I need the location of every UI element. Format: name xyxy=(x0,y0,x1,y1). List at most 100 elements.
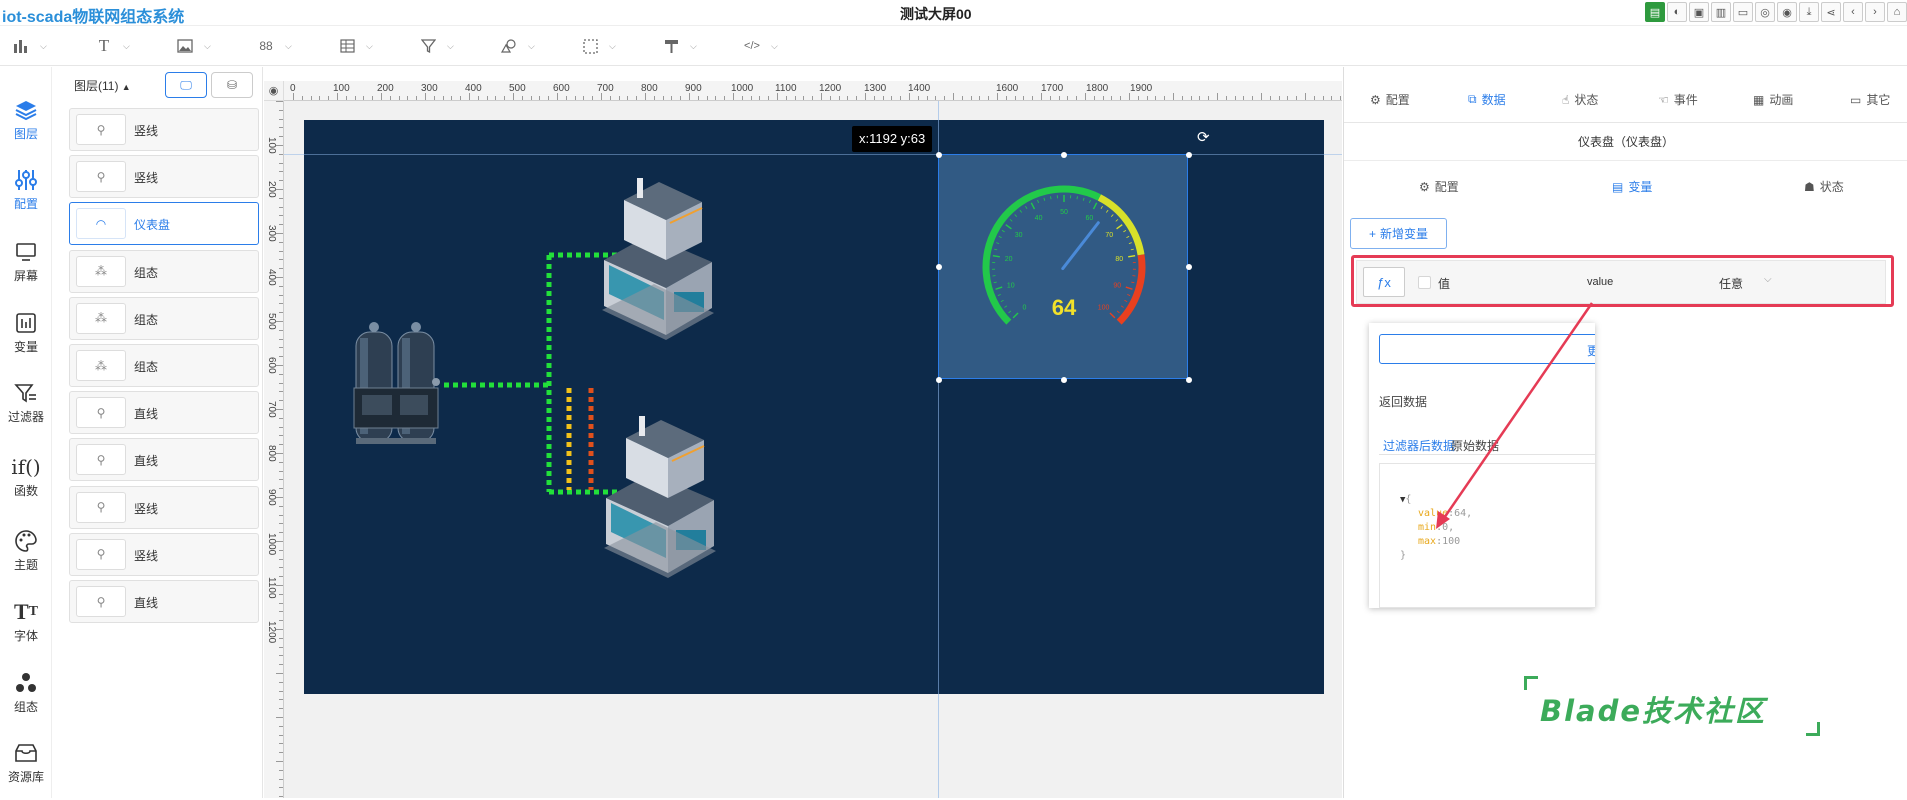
ruler-tick xyxy=(680,96,681,100)
chart-tool[interactable]: ⌵ xyxy=(12,35,47,57)
layer-row[interactable]: ⚲竖线 xyxy=(69,155,259,198)
ruler-tick xyxy=(279,515,283,516)
ruler-tick xyxy=(1076,96,1077,100)
image-tool[interactable]: ⌵ xyxy=(176,35,211,57)
ruler-tick xyxy=(1208,96,1209,100)
layer-row[interactable]: ⁂组态 xyxy=(69,297,259,340)
select-tool[interactable]: ⌵ xyxy=(581,35,616,57)
resize-handle[interactable] xyxy=(1061,152,1067,158)
resize-handle[interactable] xyxy=(1186,264,1192,270)
nav-scada[interactable]: 组态 xyxy=(0,670,52,730)
nav-font[interactable]: TT 字体 xyxy=(0,599,52,659)
ruler-tick xyxy=(279,770,283,771)
gauge-widget[interactable]: 0102030405060708090100 64 xyxy=(938,154,1188,379)
resize-handle[interactable] xyxy=(936,377,942,383)
nav-variable[interactable]: 变量 xyxy=(0,310,52,370)
shape-tool[interactable]: ⌵ xyxy=(500,35,535,57)
component-tool[interactable]: 88⌵ xyxy=(257,35,292,57)
view-database-toggle[interactable]: ⛁ xyxy=(211,72,253,98)
layer-row[interactable]: ⁂组态 xyxy=(69,344,259,387)
workspace[interactable]: 0102030405060708090100 64 x:1192 y:63 ⟳ xyxy=(284,101,1342,798)
ruler-top[interactable]: 0100200300400500600700800900100011001200… xyxy=(284,81,1342,101)
gauge-tick xyxy=(1101,206,1103,209)
eye-icon[interactable]: ◉ xyxy=(1777,2,1797,22)
layer-row[interactable]: ◠仪表盘 xyxy=(69,202,259,245)
resize-handle[interactable] xyxy=(1186,152,1192,158)
table-tool[interactable]: ⌵ xyxy=(338,35,373,57)
ruler-tick xyxy=(279,418,283,419)
layers-count: 图层(11) xyxy=(74,79,118,93)
save-icon[interactable]: ▣ xyxy=(1689,2,1709,22)
resize-handle[interactable] xyxy=(1186,377,1192,383)
text-tool[interactable]: T⌵ xyxy=(95,35,130,57)
home-icon[interactable]: ⌂ xyxy=(1887,2,1907,22)
resize-handle[interactable] xyxy=(936,152,942,158)
resize-handle[interactable] xyxy=(936,264,942,270)
download-icon[interactable]: ⤓ xyxy=(1799,2,1819,22)
layer-row[interactable]: ⚲直线 xyxy=(69,391,259,434)
layer-row[interactable]: ⚲竖线 xyxy=(69,533,259,576)
camera-icon[interactable]: ◎ xyxy=(1755,2,1775,22)
gauge-tick xyxy=(996,243,999,244)
eye-icon[interactable]: ◉ xyxy=(264,81,284,101)
format-tool[interactable]: ⌵ xyxy=(662,35,697,57)
ruler-tick xyxy=(1252,96,1253,100)
nav-function-label: 函数 xyxy=(14,482,38,499)
gauge-tick xyxy=(1083,198,1084,201)
nav-theme[interactable]: 主题 xyxy=(0,528,52,588)
ruler-tick xyxy=(363,96,364,100)
filter-tool[interactable]: ⌵ xyxy=(419,35,454,57)
forward-icon[interactable]: › xyxy=(1865,2,1885,22)
gauge-tick xyxy=(1123,230,1126,232)
nav-layers[interactable]: 图层 xyxy=(0,97,52,157)
nav-filter[interactable]: 过滤器 xyxy=(0,380,52,440)
ruler-tick xyxy=(279,391,283,392)
view-screen-toggle[interactable]: 🖵 xyxy=(165,72,207,98)
trash-icon[interactable]: ▥ xyxy=(1711,2,1731,22)
ruler-tick xyxy=(1243,96,1244,100)
gauge-tick xyxy=(999,236,1002,237)
ruler-tick xyxy=(328,96,329,100)
shape-icon: ⚲ xyxy=(76,397,126,428)
nav-config-label: 配置 xyxy=(14,195,38,212)
gauge-tick xyxy=(994,282,997,283)
ruler-tick xyxy=(1279,96,1280,100)
gauge-tick xyxy=(1127,294,1130,295)
nav-theme-label: 主题 xyxy=(14,556,38,573)
format-tool-icon xyxy=(662,37,680,55)
ruler-tick xyxy=(293,93,294,100)
ruler-tick xyxy=(279,347,283,348)
code-tool[interactable]: </>⌵ xyxy=(743,35,778,57)
back-icon[interactable]: ‹ xyxy=(1843,2,1863,22)
layers-title[interactable]: 图层(11) ▲ xyxy=(74,77,131,94)
layer-row[interactable]: ⚲竖线 xyxy=(69,486,259,529)
nav-screen[interactable]: 屏幕 xyxy=(0,239,52,299)
nav-library[interactable]: 资源库 xyxy=(0,740,52,800)
ruler-tick xyxy=(865,93,866,100)
share-icon[interactable]: ⋖ xyxy=(1821,2,1841,22)
chevron-down-icon: ⌵ xyxy=(690,41,697,52)
document-title: 测试大屏00 xyxy=(900,4,972,24)
ruler-left[interactable]: 0100200300400500600700800900100011001200 xyxy=(264,101,284,798)
nav-function[interactable]: if() 函数 xyxy=(0,454,52,514)
layer-row[interactable]: ⚲直线 xyxy=(69,580,259,623)
ruler-tick xyxy=(1226,96,1227,100)
layer-row[interactable]: ⚲竖线 xyxy=(69,108,259,151)
gauge-tick xyxy=(1013,313,1018,318)
layer-row[interactable]: ⁂组态 xyxy=(69,250,259,293)
keyboard-icon[interactable]: ▭ xyxy=(1733,2,1753,22)
nodes-icon: ⁂ xyxy=(76,303,126,334)
rotate-icon[interactable]: ⟳ xyxy=(1197,130,1213,146)
chevron-down-icon: ⌵ xyxy=(366,41,373,52)
nav-screen-label: 屏幕 xyxy=(14,267,38,284)
excel-icon[interactable]: ▤ xyxy=(1645,2,1665,22)
nav-config[interactable]: 配置 xyxy=(0,167,52,227)
code-tool-icon: </> xyxy=(743,37,761,55)
layer-row[interactable]: ⚲直线 xyxy=(69,438,259,481)
ruler-tick xyxy=(495,96,496,100)
palette-icon[interactable]: ◐ xyxy=(1667,2,1687,22)
ruler-tick xyxy=(487,96,488,100)
resize-handle[interactable] xyxy=(1061,377,1067,383)
ruler-tick xyxy=(707,96,708,100)
ruler-tick xyxy=(279,708,283,709)
